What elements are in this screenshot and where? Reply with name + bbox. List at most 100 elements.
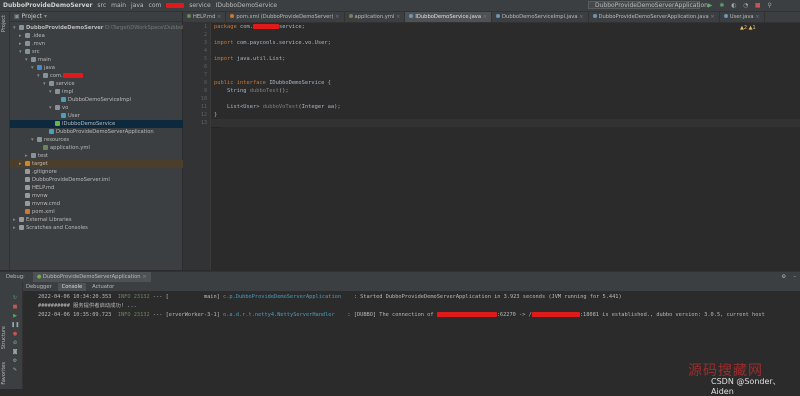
- pin-icon[interactable]: ✎: [11, 367, 19, 374]
- rerun-icon[interactable]: ↻: [11, 295, 19, 302]
- breadcrumb-service[interactable]: service: [189, 0, 211, 11]
- breadcrumb-file[interactable]: IDubboDemoService: [216, 0, 277, 11]
- close-icon[interactable]: ×: [578, 14, 583, 20]
- tree-item-label: target: [32, 161, 48, 167]
- tree-item-label: IDubboDemoService: [62, 121, 116, 127]
- close-icon[interactable]: ×: [142, 274, 146, 280]
- breadcrumb-src[interactable]: src: [97, 0, 106, 11]
- tree-item[interactable]: ▸ target: [10, 160, 191, 168]
- tree-item[interactable]: ▾ java: [10, 64, 203, 72]
- editor-tab-label: DubboProvideDemoServerApplication.java: [598, 14, 709, 20]
- close-icon[interactable]: ×: [709, 14, 714, 20]
- editor-tab-label: IDubboDemoService.java: [415, 14, 482, 20]
- tree-item-label: java: [44, 65, 55, 71]
- tree-item[interactable]: ▾ com.: [10, 72, 209, 80]
- run-configuration-select[interactable]: DubboProvideDemoServerApplication: [588, 1, 708, 9]
- tree-item[interactable]: DubboProvideDemoServer.iml: [10, 176, 191, 184]
- settings-icon[interactable]: ⚙: [11, 358, 19, 365]
- resume-icon[interactable]: ▶: [11, 313, 19, 320]
- breadcrumb-com[interactable]: com: [149, 0, 162, 11]
- close-icon[interactable]: ×: [215, 14, 221, 20]
- tree-item-label: test: [38, 153, 48, 159]
- console-output[interactable]: 2022-04-06 10:34:20.353 INFO 23132 --- […: [23, 291, 800, 389]
- stop-icon[interactable]: ■: [11, 304, 19, 311]
- breadcrumb-java[interactable]: java: [131, 0, 144, 11]
- close-icon[interactable]: ×: [481, 14, 487, 20]
- editor-tab[interactable]: HELP.md ×: [183, 12, 227, 22]
- debug-icon[interactable]: ✱: [718, 1, 726, 10]
- tree-item[interactable]: pom.xml: [10, 208, 191, 216]
- tree-item[interactable]: HELP.md: [10, 184, 191, 192]
- debug-config-tab[interactable]: ● DubboProvideDemoServerApplication ×: [32, 272, 151, 282]
- tree-item[interactable]: ▾ resources: [10, 136, 203, 144]
- tree-item[interactable]: ▾ src: [10, 48, 191, 56]
- editor-tab[interactable]: application.yml ×: [345, 12, 406, 22]
- tree-item[interactable]: ▾ DubboProvideDemoServer D:\Target\DWorkS…: [10, 24, 185, 32]
- line-number: 5: [203, 56, 207, 62]
- close-icon[interactable]: ×: [394, 14, 400, 20]
- tree-item-label: DubboProvideDemoServer: [26, 25, 104, 31]
- tree-item[interactable]: application.yml: [10, 144, 209, 152]
- tree-item[interactable]: ▸ .mvn: [10, 40, 191, 48]
- tree-item[interactable]: ▸ .idea: [10, 32, 191, 40]
- folder-icon: ▣: [14, 13, 20, 20]
- close-icon[interactable]: ×: [334, 14, 339, 20]
- editor-tab[interactable]: DubboProvideDemoServerApplication.java ×: [589, 12, 720, 22]
- file-type-icon: [187, 14, 191, 18]
- run-icon[interactable]: ▶: [706, 1, 714, 10]
- settings-icon[interactable]: ⚙: [781, 272, 786, 282]
- line-number: 6: [203, 64, 207, 70]
- watermark-credit: CSDN @Sonder、Aiden: [711, 377, 781, 396]
- stop-icon[interactable]: ■: [754, 1, 762, 10]
- current-line-highlight: [211, 119, 800, 127]
- code-line-1: package com. service;: [214, 24, 305, 30]
- line-number-gutter: 1 2 3 4 5 6 7 8 9 10 11 12 13: [183, 23, 211, 270]
- line-number: 1: [203, 24, 207, 30]
- camera-icon[interactable]: ◙: [11, 349, 19, 356]
- package-icon: [55, 89, 60, 94]
- folder-icon: [31, 153, 36, 158]
- tree-item[interactable]: ▾ main: [10, 56, 197, 64]
- mute-breakpoints-icon[interactable]: ⊘: [11, 340, 19, 347]
- line-number: 9: [203, 88, 207, 94]
- code-line-12: }: [214, 112, 218, 118]
- inspection-warnings-badge[interactable]: ▲2 ▲1: [740, 25, 756, 31]
- tree-item[interactable]: .gitignore: [10, 168, 191, 176]
- profile-icon[interactable]: ◔: [742, 1, 750, 10]
- tree-item-label: Scratches and Consoles: [26, 225, 88, 231]
- minimize-icon[interactable]: –: [793, 272, 796, 282]
- code-editor[interactable]: package com. service; import com.paycools…: [211, 23, 800, 270]
- close-icon[interactable]: ×: [754, 14, 759, 20]
- structure-tool-button[interactable]: Structure: [1, 326, 7, 349]
- lib-icon: [19, 217, 24, 222]
- project-panel-header[interactable]: ▣ Project ▾: [10, 12, 182, 22]
- favorites-tool-button[interactable]: Favorites: [1, 362, 7, 385]
- editor-tab[interactable]: User.java ×: [720, 12, 765, 22]
- editor-tab[interactable]: pom.xml (DubboProvideDemoServer) ×: [226, 12, 345, 22]
- tree-item-label: DubboProvideDemoServerApplication: [56, 129, 154, 135]
- search-icon[interactable]: ⚲: [766, 1, 774, 10]
- tree-item-label: DubboProvideDemoServer.iml: [32, 177, 110, 183]
- tree-item[interactable]: mvnw: [10, 192, 191, 200]
- editor-tab[interactable]: IDubboDemoService.java ×: [405, 12, 493, 22]
- project-tool-button[interactable]: Project: [1, 15, 7, 32]
- tree-item[interactable]: ▸ Scratches and Consoles: [10, 224, 185, 232]
- tree-item-label: main: [38, 57, 51, 63]
- breadcrumb-project[interactable]: DubboProvideDemoServer: [3, 0, 93, 11]
- editor-tab-label: pom.xml (DubboProvideDemoServer): [236, 14, 334, 20]
- debug-title: Debug:: [6, 274, 25, 280]
- pause-icon[interactable]: ❚❚: [11, 322, 19, 329]
- tree-item[interactable]: ▸ test: [10, 152, 197, 160]
- line-number: 3: [203, 40, 207, 46]
- coverage-icon[interactable]: ◐: [730, 1, 738, 10]
- tree-item[interactable]: mvnw.cmd: [10, 200, 191, 208]
- redaction-mark: [62, 73, 83, 78]
- editor-tab[interactable]: DubboDemoServiceImpl.java ×: [492, 12, 589, 22]
- folder-icon: [31, 57, 36, 62]
- breakpoints-icon[interactable]: ●: [11, 331, 19, 338]
- file-type-icon: [496, 14, 501, 18]
- code-line-11: List<User> dubboVoTest(Integer aa);: [226, 104, 341, 110]
- tree-item[interactable]: ▸ External Libraries: [10, 216, 185, 224]
- line-number: 4: [203, 48, 207, 54]
- breadcrumb-main[interactable]: main: [111, 0, 126, 11]
